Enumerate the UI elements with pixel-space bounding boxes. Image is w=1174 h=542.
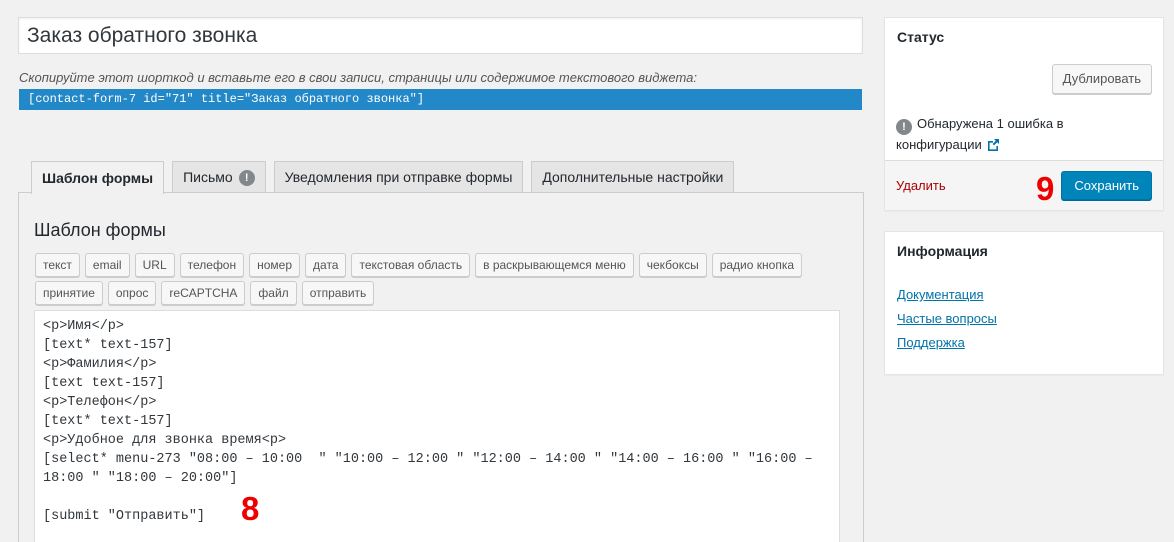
information-box: Информация Документация Частые вопросы П… bbox=[884, 231, 1164, 375]
panel-title: Шаблон формы bbox=[34, 220, 166, 240]
annotation-marker-8: 8 bbox=[241, 490, 260, 527]
shortcode-field[interactable]: [contact-form-7 id="71" title="Заказ обр… bbox=[19, 89, 862, 110]
shortcode-hint: Скопируйте этот шорткод и вставьте его в… bbox=[19, 70, 697, 85]
tab-mail[interactable]: Письмо! bbox=[172, 161, 266, 193]
tab-label: Письмо bbox=[183, 169, 233, 185]
tag-button[interactable]: текстовая область bbox=[351, 253, 471, 277]
support-link[interactable]: Поддержка bbox=[897, 331, 997, 355]
info-links: Документация Частые вопросы Поддержка bbox=[897, 283, 997, 355]
tag-generator-buttons: текст email URL телефон номер дата текстовая о… bbox=[35, 253, 825, 305]
tag-button[interactable]: принятие bbox=[35, 281, 103, 305]
faq-link[interactable]: Частые вопросы bbox=[897, 307, 997, 331]
code-line: [select* menu-273 "08:00 – 10:00 " "10:0… bbox=[43, 452, 821, 486]
code-line: [text* text-157] bbox=[43, 338, 173, 353]
tag-button[interactable]: reCAPTCHA bbox=[161, 281, 246, 305]
form-template-textarea[interactable]: <p>Имя</p> [text* text-157] <p>Фамилия</p>… bbox=[34, 310, 840, 542]
tag-button[interactable]: отправить bbox=[301, 281, 375, 305]
error-icon: ! bbox=[896, 119, 912, 135]
tag-button[interactable]: телефон bbox=[179, 253, 245, 277]
tag-button[interactable]: чекбоксы bbox=[638, 253, 707, 277]
code-line: <p>Удобное для звонка время<p> bbox=[43, 433, 287, 448]
code-line: [submit "Отправить"] bbox=[43, 509, 206, 524]
tag-button[interactable]: опрос bbox=[107, 281, 157, 305]
tag-button[interactable]: в раскрывающемся меню bbox=[475, 253, 634, 277]
form-title-input[interactable]: Заказ обратного звонка bbox=[18, 17, 863, 54]
info-title: Информация bbox=[897, 243, 988, 259]
tag-button[interactable]: дата bbox=[305, 253, 347, 277]
code-line: [text text-157] bbox=[43, 376, 165, 391]
status-actions: Удалить Сохранить bbox=[885, 160, 1163, 210]
config-error-text: Обнаружена 1 ошибка в конфигурации bbox=[896, 116, 1064, 152]
code-line: <p>Телефон</p> bbox=[43, 395, 157, 410]
tab-form-template[interactable]: Шаблон формы bbox=[31, 161, 165, 194]
code-line: [text* text-157] bbox=[43, 414, 173, 429]
external-link-icon[interactable] bbox=[986, 138, 1000, 158]
config-error-notice: ! Обнаружена 1 ошибка в конфигурации bbox=[896, 114, 1136, 158]
annotation-marker-9: 9 bbox=[1036, 170, 1055, 207]
duplicate-button[interactable]: Дублировать bbox=[1051, 64, 1152, 94]
status-box: Статус Дублировать ! Обнаружена 1 ошибка … bbox=[884, 17, 1164, 211]
tag-button[interactable]: номер bbox=[249, 253, 301, 277]
tab-label: Уведомления при отправке формы bbox=[284, 169, 513, 185]
tag-button[interactable]: файл bbox=[250, 281, 297, 305]
tag-button[interactable]: текст bbox=[35, 253, 80, 277]
tag-button[interactable]: URL bbox=[134, 253, 175, 277]
form-template-panel: Шаблон формы текст email URL телефон номер да… bbox=[18, 192, 864, 542]
warning-icon: ! bbox=[238, 169, 255, 186]
code-line: <p>Имя</p> bbox=[43, 319, 125, 334]
tab-label: Дополнительные настройки bbox=[542, 169, 724, 185]
save-button[interactable]: Сохранить bbox=[1061, 171, 1152, 200]
tag-button[interactable]: радио кнопка bbox=[711, 253, 802, 277]
tab-label: Шаблон формы bbox=[42, 169, 154, 186]
tab-additional-settings[interactable]: Дополнительные настройки bbox=[531, 161, 735, 193]
editor-tabs: Шаблон формы Письмо! Уведомления при отп… bbox=[31, 161, 742, 194]
delete-link[interactable]: Удалить bbox=[896, 178, 946, 193]
tab-messages[interactable]: Уведомления при отправке формы bbox=[273, 161, 524, 193]
code-line: <p>Фамилия</p> bbox=[43, 357, 157, 372]
tag-button[interactable]: email bbox=[84, 253, 130, 277]
documentation-link[interactable]: Документация bbox=[897, 283, 997, 307]
status-title: Статус bbox=[897, 29, 945, 45]
